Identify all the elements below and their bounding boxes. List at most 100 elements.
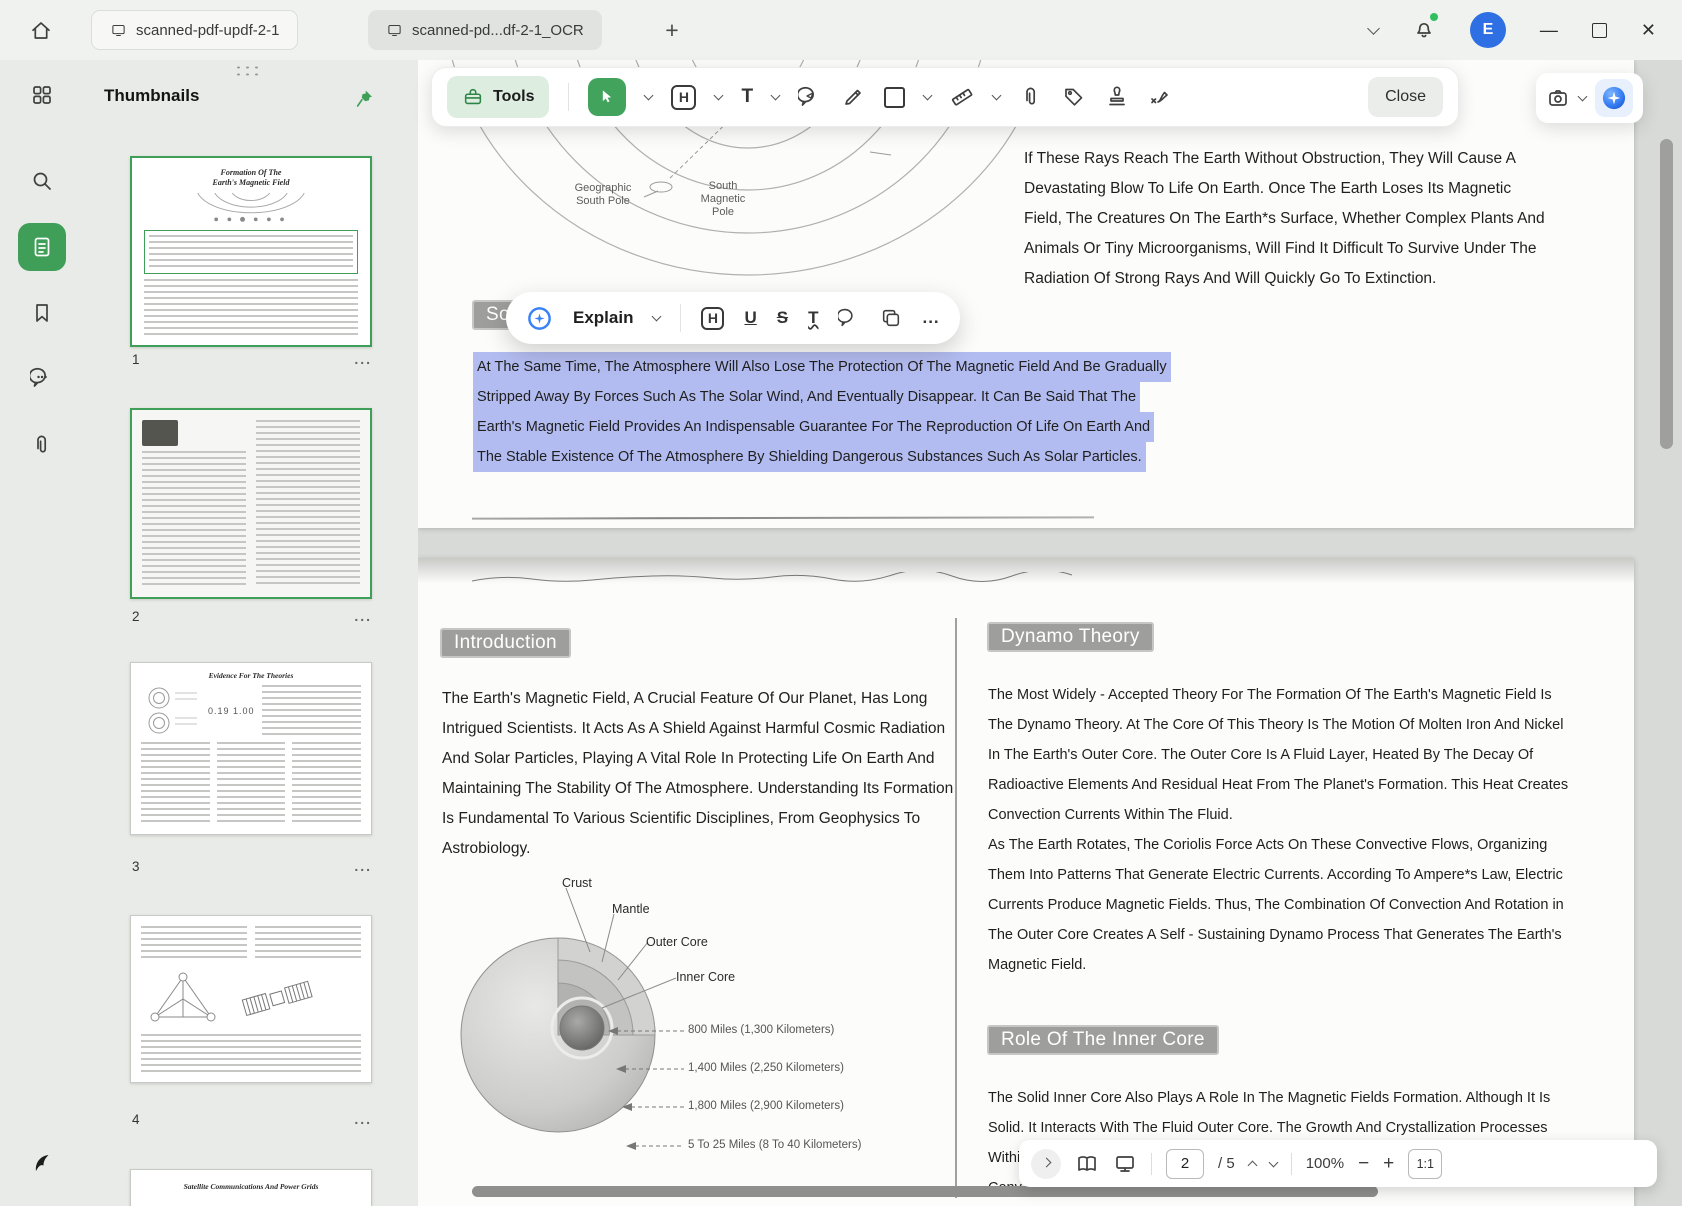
sticker-tool-button[interactable] <box>1062 85 1086 109</box>
stamp-tool-button[interactable] <box>1105 85 1129 109</box>
south-magnetic-pole-label: SouthMagneticPole <box>692 180 754 219</box>
page-number-input[interactable]: 2 <box>1166 1149 1204 1179</box>
home-icon <box>29 19 53 43</box>
text-line: In The Earth's Outer Core. The Outer Cor… <box>988 740 1568 770</box>
text-tool-chevron-icon[interactable] <box>771 91 781 101</box>
shape-tool-chevron-icon[interactable] <box>923 91 933 101</box>
user-avatar[interactable]: E <box>1470 12 1506 48</box>
previous-page-button[interactable] <box>1247 1161 1257 1171</box>
close-toolbar-button[interactable]: Close <box>1368 77 1443 117</box>
toolbar-divider <box>568 83 569 111</box>
thumbnails-panel-button[interactable] <box>18 223 66 271</box>
reading-mode-button[interactable] <box>1075 1152 1099 1176</box>
comments-button[interactable] <box>18 354 66 402</box>
highlight-selection-button[interactable]: H <box>701 307 724 330</box>
shape-tool-button[interactable] <box>884 87 905 108</box>
highlighted-text-line[interactable]: Earth's Magnetic Field Provides An Indis… <box>473 412 1154 442</box>
updf-logo[interactable] <box>18 1139 66 1187</box>
copy-selection-button[interactable] <box>880 307 902 329</box>
thumbnails-panel: Thumbnails Formation Of The Earth's Magn… <box>84 60 418 1206</box>
horizontal-scrollbar-thumb[interactable] <box>472 1186 1378 1197</box>
tab-document-2-ocr[interactable]: scanned-pd...df-2-1_OCR <box>368 10 602 50</box>
document-viewport[interactable]: GeographicSouth Pole SouthMagneticPole I… <box>418 60 1682 1206</box>
pin-panel-button[interactable] <box>350 84 378 112</box>
zoom-in-button[interactable]: + <box>1383 1153 1394 1175</box>
search-button[interactable] <box>18 157 66 205</box>
intro-heading-chip: Introduction <box>440 628 571 658</box>
layer-label: Inner Core <box>676 970 735 984</box>
home-button[interactable] <box>22 12 60 50</box>
thumb-more-button[interactable]: ... <box>354 351 372 367</box>
highlighted-text-line[interactable]: Stripped Away By Forces Such As The Sola… <box>473 382 1140 412</box>
collapse-toolbar-chevron-icon[interactable] <box>1367 22 1380 35</box>
thumb-more-button[interactable]: ... <box>354 608 372 624</box>
bar-divider <box>1291 1153 1292 1175</box>
ai-assistant-button[interactable] <box>1595 79 1633 117</box>
panel-title: Thumbnails <box>104 86 199 106</box>
thumbnail-page-5[interactable]: Satellite Communications And Power Grids <box>130 1169 372 1206</box>
thumb-more-button[interactable]: ... <box>354 858 372 874</box>
selected-text-highlight[interactable]: At The Same Time, The Atmosphere Will Al… <box>473 352 1171 472</box>
snapshot-chevron-icon[interactable] <box>1578 92 1588 102</box>
zoom-level-label: 100% <box>1306 1155 1344 1172</box>
strikethrough-selection-button[interactable]: S <box>777 308 788 328</box>
highlighted-text-line[interactable]: The Stable Existence Of The Atmosphere B… <box>473 442 1146 472</box>
thumbnail-page-3[interactable]: Evidence For The Theories 0.19 1.00 <box>130 662 372 835</box>
highlight-tool-chevron-icon[interactable] <box>714 91 724 101</box>
actual-size-button[interactable]: 1:1 <box>1408 1149 1442 1179</box>
thumb-text-skeleton <box>256 420 360 587</box>
underline-selection-button[interactable]: U <box>744 308 756 328</box>
thumb-text-skeleton <box>255 926 361 960</box>
comment-selection-button[interactable] <box>838 307 860 329</box>
more-options-button[interactable]: ... <box>922 308 939 328</box>
explain-chevron-icon[interactable] <box>652 312 662 322</box>
window-minimize-button[interactable]: — <box>1540 20 1558 41</box>
tab-document-1[interactable]: scanned-pdf-updf-2-1 <box>91 10 298 50</box>
thumbnail-page-1[interactable]: Formation Of The Earth's Magnetic Field <box>130 156 372 347</box>
tab-label: scanned-pd...df-2-1_OCR <box>412 22 584 39</box>
panel-drag-handle[interactable] <box>234 64 261 77</box>
ai-orb-icon <box>1600 84 1628 112</box>
window-close-button[interactable]: ✕ <box>1641 20 1656 41</box>
comment-tool-button[interactable] <box>798 85 822 109</box>
notification-dot <box>1430 13 1438 21</box>
window-maximize-button[interactable] <box>1592 23 1607 38</box>
thumbnail-page-4[interactable] <box>130 915 372 1083</box>
signature-tool-button[interactable] <box>1148 85 1172 109</box>
bookmark-icon <box>30 301 54 325</box>
text-line: Convection Currents Within The Fluid. <box>988 800 1568 830</box>
thumb-text-skeleton <box>141 926 247 960</box>
snapshot-icon[interactable] <box>1546 86 1570 110</box>
thumb-title-line: Evidence For The Theories <box>141 671 361 680</box>
apps-grid-button[interactable] <box>18 71 66 119</box>
toolbox-icon <box>462 86 484 108</box>
collapse-bar-button[interactable] <box>1031 1149 1061 1179</box>
attachments-button[interactable] <box>18 421 66 469</box>
next-page-button[interactable] <box>1268 1157 1278 1167</box>
bookmarks-button[interactable] <box>18 289 66 337</box>
bar-divider <box>1151 1153 1152 1175</box>
vertical-scrollbar-thumb[interactable] <box>1660 139 1673 449</box>
highlighted-text-line[interactable]: At The Same Time, The Atmosphere Will Al… <box>473 352 1171 382</box>
thumbnail-page-2[interactable] <box>130 408 372 599</box>
select-tool-chevron-icon[interactable] <box>644 91 654 101</box>
notifications-button[interactable] <box>1412 16 1436 45</box>
zoom-out-button[interactable]: − <box>1358 1153 1369 1175</box>
measure-tool-button[interactable] <box>950 85 974 109</box>
comment-bubble-icon <box>30 366 54 390</box>
attachment-tool-button[interactable] <box>1019 85 1043 109</box>
text-line: The Dynamo Theory. At The Core Of This T… <box>988 710 1568 740</box>
text-tool-button[interactable]: T <box>741 86 753 108</box>
measure-tool-chevron-icon[interactable] <box>992 91 1002 101</box>
select-tool-button[interactable] <box>588 78 626 116</box>
explain-button[interactable]: Explain <box>573 308 633 328</box>
presentation-mode-button[interactable] <box>1113 1152 1137 1176</box>
thumb-field-diagram <box>144 193 358 225</box>
page-number: 1 <box>130 352 140 367</box>
marker-tool-button[interactable] <box>841 85 865 109</box>
squiggly-selection-button[interactable]: T <box>808 308 818 328</box>
highlight-tool-button[interactable]: H <box>671 85 696 110</box>
thumb-more-button[interactable]: ... <box>354 1111 372 1127</box>
tools-button[interactable]: Tools <box>447 76 549 118</box>
new-tab-button[interactable]: + <box>656 14 688 46</box>
